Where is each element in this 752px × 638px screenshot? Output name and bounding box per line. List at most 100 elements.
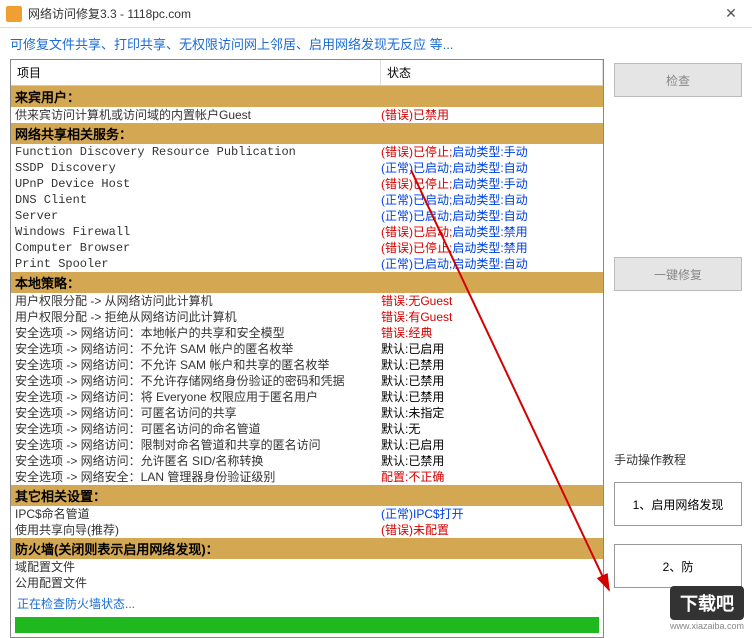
row-item: 用户权限分配 -> 从网络访问此计算机 xyxy=(15,293,381,309)
row-status: 错误:无Guest xyxy=(381,293,599,309)
table-row[interactable]: 安全选项 -> 网络访问：限制对命名管道和共享的匿名访问默认:已启用 xyxy=(11,437,603,453)
row-status: (错误)已停止;启动类型:手动 xyxy=(381,144,599,160)
table-row[interactable]: 安全选项 -> 网络访问：可匿名访问的命名管道默认:无 xyxy=(11,421,603,437)
column-item[interactable]: 项目 xyxy=(11,60,381,85)
row-item: 安全选项 -> 网络访问：不允许 SAM 帐户的匿名枚举 xyxy=(15,341,381,357)
row-status: (错误)未配置 xyxy=(381,522,599,538)
progress-bar xyxy=(15,617,599,633)
row-item: 安全选项 -> 网络访问：不允许 SAM 帐户和共享的匿名枚举 xyxy=(15,357,381,373)
table-row[interactable]: UPnP Device Host(错误)已停止;启动类型:手动 xyxy=(11,176,603,192)
row-status: (正常)已启动;启动类型:自动 xyxy=(381,192,599,208)
table-row[interactable]: SSDP Discovery(正常)已启动;启动类型:自动 xyxy=(11,160,603,176)
row-status: (错误)已启动;启动类型:禁用 xyxy=(381,224,599,240)
row-item: 用户权限分配 -> 拒绝从网络访问此计算机 xyxy=(15,309,381,325)
table-row[interactable]: DNS Client(正常)已启动;启动类型:自动 xyxy=(11,192,603,208)
subtitle-text: 可修复文件共享、打印共享、无权限访问网上邻居、启用网络发现无反应 等... xyxy=(0,28,752,59)
watermark-text: 下载吧 xyxy=(670,586,744,620)
table-row[interactable]: IPC$命名管道(正常)IPC$打开 xyxy=(11,506,603,522)
table-row[interactable]: Computer Browser(错误)已停止;启动类型:禁用 xyxy=(11,240,603,256)
table-row[interactable]: Function Discovery Resource Publication(… xyxy=(11,144,603,160)
table-row[interactable]: Server(正常)已启动;启动类型:自动 xyxy=(11,208,603,224)
section-header: 其它相关设置： xyxy=(11,485,603,506)
row-item: Print Spooler xyxy=(15,256,381,272)
row-item: UPnP Device Host xyxy=(15,176,381,192)
table-row[interactable]: 安全选项 -> 网络访问：不允许存储网络身份验证的密码和凭据默认:已禁用 xyxy=(11,373,603,389)
row-item: 安全选项 -> 网络访问：本地帐户的共享和安全模型 xyxy=(15,325,381,341)
row-status: (错误)已停止;启动类型:禁用 xyxy=(381,240,599,256)
row-item: 供来宾访问计算机或访问域的内置帐户Guest xyxy=(15,107,381,123)
section-header: 网络共享相关服务： xyxy=(11,123,603,144)
repair-button[interactable]: 一键修复 xyxy=(614,257,742,291)
window-title: 网络访问修复3.3 - 1118pc.com xyxy=(28,5,716,22)
table-row[interactable]: 域配置文件 xyxy=(11,559,603,575)
row-status: 默认:未指定 xyxy=(381,405,599,421)
row-item: DNS Client xyxy=(15,192,381,208)
row-item: 公用配置文件 xyxy=(15,575,381,591)
table-row[interactable]: Windows Firewall(错误)已启动;启动类型:禁用 xyxy=(11,224,603,240)
table-row[interactable]: 使用共享向导(推荐)(错误)未配置 xyxy=(11,522,603,538)
table-row[interactable]: 用户权限分配 -> 从网络访问此计算机错误:无Guest xyxy=(11,293,603,309)
manual-btn-2[interactable]: 2、防 xyxy=(614,544,742,588)
row-item: Windows Firewall xyxy=(15,224,381,240)
row-status: 默认:无 xyxy=(381,421,599,437)
table-row[interactable]: Print Spooler(正常)已启动;启动类型:自动 xyxy=(11,256,603,272)
row-item: IPC$命名管道 xyxy=(15,506,381,522)
row-item: 安全选项 -> 网络访问：将 Everyone 权限应用于匿名用户 xyxy=(15,389,381,405)
watermark: 下载吧 www.xiazaiba.com xyxy=(670,586,744,631)
row-item: Function Discovery Resource Publication xyxy=(15,144,381,160)
row-item: 安全选项 -> 网络访问：允许匿名 SID/名称转换 xyxy=(15,453,381,469)
table-row[interactable]: 安全选项 -> 网络访问：不允许 SAM 帐户和共享的匿名枚举默认:已禁用 xyxy=(11,357,603,373)
row-item: SSDP Discovery xyxy=(15,160,381,176)
watermark-url: www.xiazaiba.com xyxy=(670,621,744,631)
column-status[interactable]: 状态 xyxy=(381,60,603,85)
table-row[interactable]: 安全选项 -> 网络访问：本地帐户的共享和安全模型错误:经典 xyxy=(11,325,603,341)
row-item: Computer Browser xyxy=(15,240,381,256)
row-item: Server xyxy=(15,208,381,224)
row-status xyxy=(381,559,599,575)
manual-btn-1[interactable]: 1、启用网络发现 xyxy=(614,482,742,526)
row-status: (正常)已启动;启动类型:自动 xyxy=(381,160,599,176)
row-status: 配置:不正确 xyxy=(381,469,599,485)
row-status: (正常)已启动;启动类型:自动 xyxy=(381,256,599,272)
row-status: 错误:有Guest xyxy=(381,309,599,325)
row-item: 安全选项 -> 网络访问：可匿名访问的共享 xyxy=(15,405,381,421)
table-row[interactable]: 公用配置文件 xyxy=(11,575,603,591)
table-row[interactable]: 安全选项 -> 网络访问：不允许 SAM 帐户的匿名枚举默认:已启用 xyxy=(11,341,603,357)
table-row[interactable]: 安全选项 -> 网络安全：LAN 管理器身份验证级别配置:不正确 xyxy=(11,469,603,485)
row-status: 默认:已禁用 xyxy=(381,357,599,373)
row-status: 默认:已禁用 xyxy=(381,389,599,405)
row-status: (错误)已禁用 xyxy=(381,107,599,123)
window-titlebar: 网络访问修复3.3 - 1118pc.com ✕ xyxy=(0,0,752,28)
table-row[interactable]: 用户权限分配 -> 拒绝从网络访问此计算机错误:有Guest xyxy=(11,309,603,325)
row-status: 错误:经典 xyxy=(381,325,599,341)
row-status: 默认:已启用 xyxy=(381,341,599,357)
section-header: 防火墙(关闭则表示启用网络发现)： xyxy=(11,538,603,559)
row-item: 安全选项 -> 网络安全：LAN 管理器身份验证级别 xyxy=(15,469,381,485)
row-status xyxy=(381,575,599,591)
table-header: 项目 状态 xyxy=(11,60,603,86)
row-item: 安全选项 -> 网络访问：限制对命名管道和共享的匿名访问 xyxy=(15,437,381,453)
close-button[interactable]: ✕ xyxy=(716,3,746,25)
row-status: (错误)已停止;启动类型:手动 xyxy=(381,176,599,192)
manual-label: 手动操作教程 xyxy=(614,451,742,468)
section-header: 本地策略： xyxy=(11,272,603,293)
check-button[interactable]: 检查 xyxy=(614,63,742,97)
status-line: 正在检查防火墙状态... xyxy=(11,592,603,615)
row-item: 域配置文件 xyxy=(15,559,381,575)
row-status: 默认:已禁用 xyxy=(381,453,599,469)
row-status: 默认:已启用 xyxy=(381,437,599,453)
table-row[interactable]: 安全选项 -> 网络访问：将 Everyone 权限应用于匿名用户默认:已禁用 xyxy=(11,389,603,405)
table-row[interactable]: 安全选项 -> 网络访问：允许匿名 SID/名称转换默认:已禁用 xyxy=(11,453,603,469)
row-status: (正常)已启动;启动类型:自动 xyxy=(381,208,599,224)
row-item: 安全选项 -> 网络访问：可匿名访问的命名管道 xyxy=(15,421,381,437)
row-status: 默认:已禁用 xyxy=(381,373,599,389)
table-row[interactable]: 安全选项 -> 网络访问：可匿名访问的共享默认:未指定 xyxy=(11,405,603,421)
row-item: 使用共享向导(推荐) xyxy=(15,522,381,538)
row-item: 安全选项 -> 网络访问：不允许存储网络身份验证的密码和凭据 xyxy=(15,373,381,389)
table-row[interactable]: 供来宾访问计算机或访问域的内置帐户Guest(错误)已禁用 xyxy=(11,107,603,123)
row-status: (正常)IPC$打开 xyxy=(381,506,599,522)
table-body[interactable]: 来宾用户：供来宾访问计算机或访问域的内置帐户Guest(错误)已禁用网络共享相关… xyxy=(11,86,603,592)
app-icon xyxy=(6,6,22,22)
results-panel: 项目 状态 来宾用户：供来宾访问计算机或访问域的内置帐户Guest(错误)已禁用… xyxy=(10,59,604,638)
right-panel: 检查 一键修复 手动操作教程 1、启用网络发现 2、防 xyxy=(614,59,742,638)
